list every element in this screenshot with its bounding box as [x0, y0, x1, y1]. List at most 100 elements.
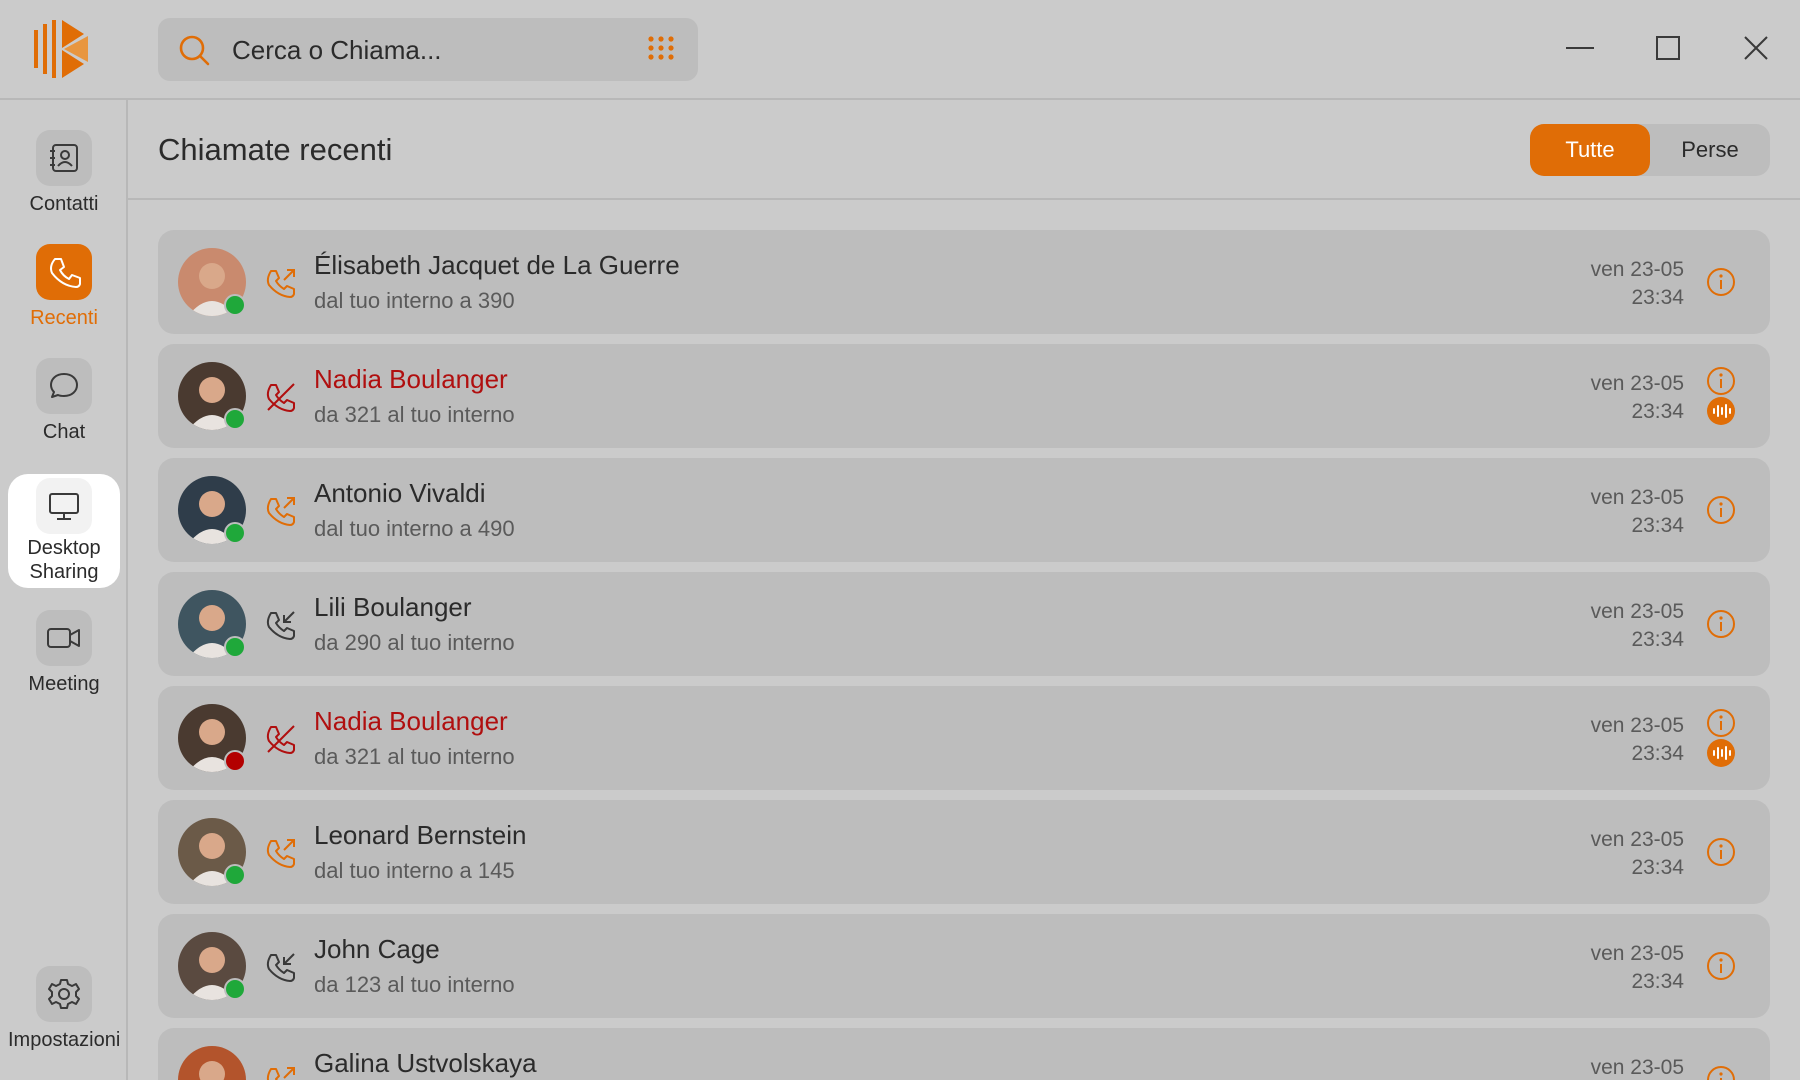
- call-day: ven 23-05: [1590, 372, 1684, 395]
- presence-status-dot: [224, 522, 246, 544]
- call-datetime: ven 23-05 23:34: [1591, 598, 1684, 654]
- call-row[interactable]: Lili Boulanger da 290 al tuo interno ven 2…: [158, 572, 1770, 676]
- presence-status-dot: [224, 294, 246, 316]
- call-day: ven 23-05: [1590, 258, 1684, 281]
- call-detail: dal tuo interno a 390: [314, 288, 515, 313]
- sidebar-item-contatti[interactable]: Contatti: [8, 130, 120, 216]
- sidebar-item-meeting[interactable]: Meeting: [8, 610, 120, 696]
- call-filter-toggle: Tutte Perse: [1530, 124, 1770, 176]
- call-row[interactable]: Antonio Vivaldi dal tuo interno a 490 ven …: [158, 458, 1770, 562]
- call-time: 23:34: [1631, 286, 1684, 309]
- chat-bubble-icon: [36, 358, 92, 414]
- info-icon[interactable]: [1706, 366, 1736, 396]
- presence-status-dot: [224, 864, 246, 886]
- recording-icon[interactable]: [1706, 738, 1736, 768]
- filter-tutte-button[interactable]: Tutte: [1530, 124, 1650, 176]
- call-day: ven 23-05: [1590, 1056, 1684, 1079]
- search-input[interactable]: [230, 18, 614, 83]
- call-detail: dal tuo interno a 490: [314, 516, 515, 541]
- title-bar: [0, 0, 1800, 100]
- outgoing-call-icon: [264, 266, 298, 300]
- missed-call-icon: [264, 722, 298, 756]
- page-title: Chiamate recenti: [158, 132, 393, 167]
- outgoing-call-icon: [264, 836, 298, 870]
- call-row[interactable]: John Cage da 123 al tuo interno ven 23-05 2…: [158, 914, 1770, 1018]
- divider: [128, 198, 1800, 200]
- call-day: ven 23-05: [1590, 600, 1684, 623]
- contact-name: Nadia Boulanger: [314, 706, 508, 736]
- sidebar-item-chat[interactable]: Chat: [8, 358, 120, 444]
- call-day: ven 23-05: [1590, 828, 1684, 851]
- call-day: ven 23-05: [1590, 486, 1684, 509]
- search-bar[interactable]: [158, 18, 698, 83]
- app-logo: [34, 20, 88, 78]
- avatar: [178, 1046, 246, 1080]
- monitor-icon: [36, 478, 92, 534]
- call-day: ven 23-05: [1590, 942, 1684, 965]
- recent-calls-list: Élisabeth Jacquet de La Guerre dal tuo in…: [158, 230, 1770, 1080]
- call-datetime: ven 23-05: [1591, 1054, 1684, 1080]
- presence-status-dot: [224, 408, 246, 430]
- presence-status-dot: [224, 978, 246, 1000]
- sidebar-item-label: Meeting: [28, 673, 100, 695]
- sidebar-item-impostazioni[interactable]: Impostazioni: [8, 966, 120, 1052]
- sidebar-item-recenti[interactable]: Recenti: [8, 244, 120, 330]
- call-datetime: ven 23-05 23:34: [1591, 940, 1684, 996]
- call-datetime: ven 23-05 23:34: [1591, 712, 1684, 768]
- call-detail: da 290 al tuo interno: [314, 630, 515, 655]
- video-camera-icon: [36, 610, 92, 666]
- sidebar-item-label: Impostazioni: [8, 1029, 121, 1051]
- call-time: 23:34: [1631, 970, 1684, 993]
- call-row[interactable]: Galina Ustvolskaya ven 23-05: [158, 1028, 1770, 1080]
- contact-name: John Cage: [314, 934, 440, 964]
- missed-call-icon: [264, 380, 298, 414]
- sidebar-item-label: Chat: [42, 421, 86, 443]
- call-detail: da 123 al tuo interno: [314, 972, 515, 997]
- minimize-icon[interactable]: [1562, 30, 1598, 66]
- info-icon[interactable]: [1706, 609, 1736, 639]
- contact-name: Lili Boulanger: [314, 592, 472, 622]
- contact-name: Élisabeth Jacquet de La Guerre: [314, 250, 680, 280]
- info-icon[interactable]: [1706, 837, 1736, 867]
- info-icon[interactable]: [1706, 951, 1736, 981]
- contact-name: Nadia Boulanger: [314, 364, 508, 394]
- call-time: 23:34: [1631, 628, 1684, 651]
- info-icon[interactable]: [1706, 1065, 1736, 1080]
- gear-icon: [36, 966, 92, 1022]
- call-detail: da 321 al tuo interno: [314, 402, 515, 427]
- presence-status-dot: [224, 750, 246, 772]
- filter-perse-button[interactable]: Perse: [1650, 124, 1770, 176]
- contact-name: Leonard Bernstein: [314, 820, 527, 850]
- outgoing-call-icon: [264, 494, 298, 528]
- sidebar: Contatti Recenti Chat Desktop Sharing Me…: [0, 100, 128, 1080]
- call-datetime: ven 23-05 23:34: [1591, 826, 1684, 882]
- contact-name: Galina Ustvolskaya: [314, 1048, 537, 1078]
- info-icon[interactable]: [1706, 708, 1736, 738]
- call-detail: da 321 al tuo interno: [314, 744, 515, 769]
- sidebar-item-desktop-sharing[interactable]: Desktop Sharing: [8, 474, 120, 588]
- info-icon[interactable]: [1706, 495, 1736, 525]
- call-row[interactable]: Leonard Bernstein dal tuo interno a 145 ve…: [158, 800, 1770, 904]
- call-row[interactable]: Élisabeth Jacquet de La Guerre dal tuo in…: [158, 230, 1770, 334]
- call-detail: dal tuo interno a 145: [314, 858, 515, 883]
- info-icon[interactable]: [1706, 267, 1736, 297]
- maximize-icon[interactable]: [1650, 30, 1686, 66]
- call-datetime: ven 23-05 23:34: [1591, 370, 1684, 426]
- call-time: 23:34: [1631, 742, 1684, 765]
- sidebar-item-label: Recenti: [30, 307, 98, 329]
- sidebar-item-label: Desktop Sharing: [27, 537, 101, 583]
- call-row[interactable]: Nadia Boulanger da 321 al tuo interno ven …: [158, 344, 1770, 448]
- phone-icon: [36, 244, 92, 300]
- incoming-call-icon: [264, 950, 298, 984]
- call-time: 23:34: [1631, 400, 1684, 423]
- close-icon[interactable]: [1738, 30, 1774, 66]
- call-day: ven 23-05: [1590, 714, 1684, 737]
- call-row[interactable]: Nadia Boulanger da 321 al tuo interno ven …: [158, 686, 1770, 790]
- presence-status-dot: [224, 636, 246, 658]
- contact-name: Antonio Vivaldi: [314, 478, 486, 508]
- call-datetime: ven 23-05 23:34: [1591, 484, 1684, 540]
- outgoing-call-icon: [264, 1064, 298, 1080]
- recording-icon[interactable]: [1706, 396, 1736, 426]
- incoming-call-icon: [264, 608, 298, 642]
- dialpad-icon[interactable]: [646, 35, 676, 65]
